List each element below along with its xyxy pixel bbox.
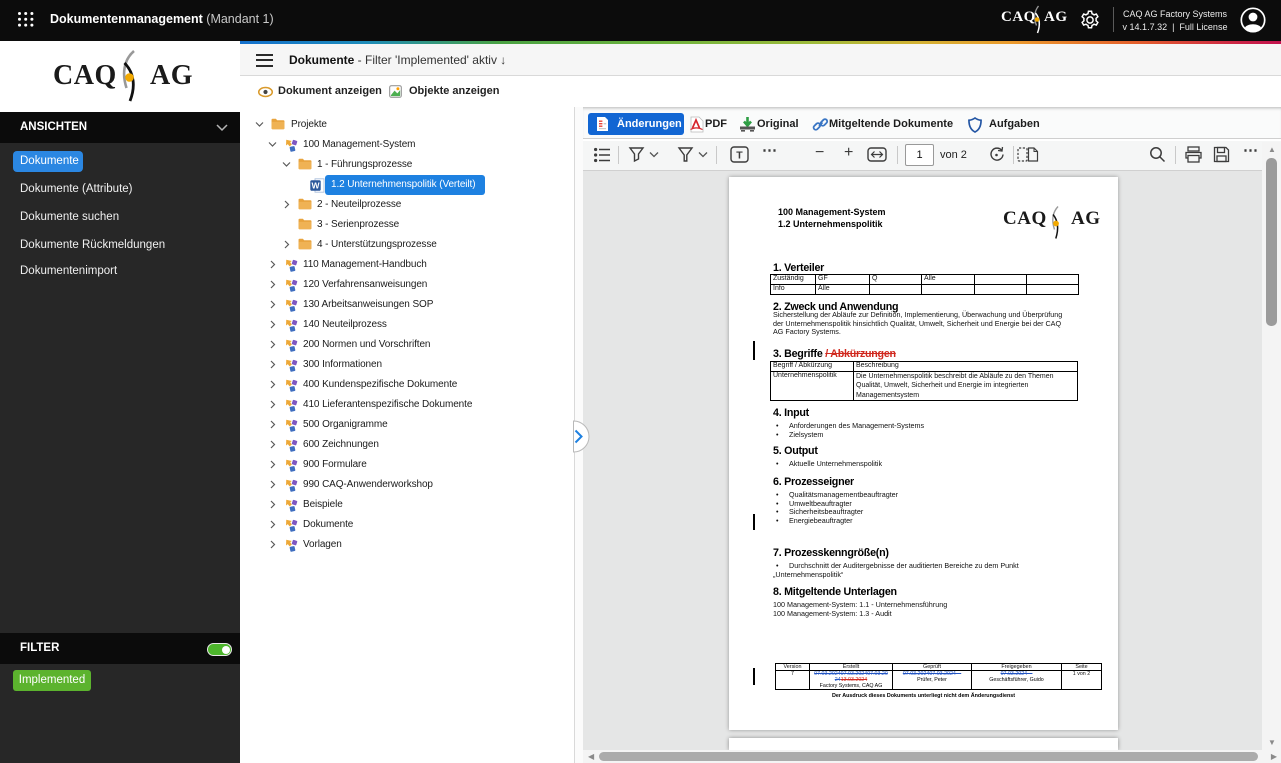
- svg-text:W: W: [312, 181, 321, 191]
- svg-text:T: T: [736, 150, 743, 162]
